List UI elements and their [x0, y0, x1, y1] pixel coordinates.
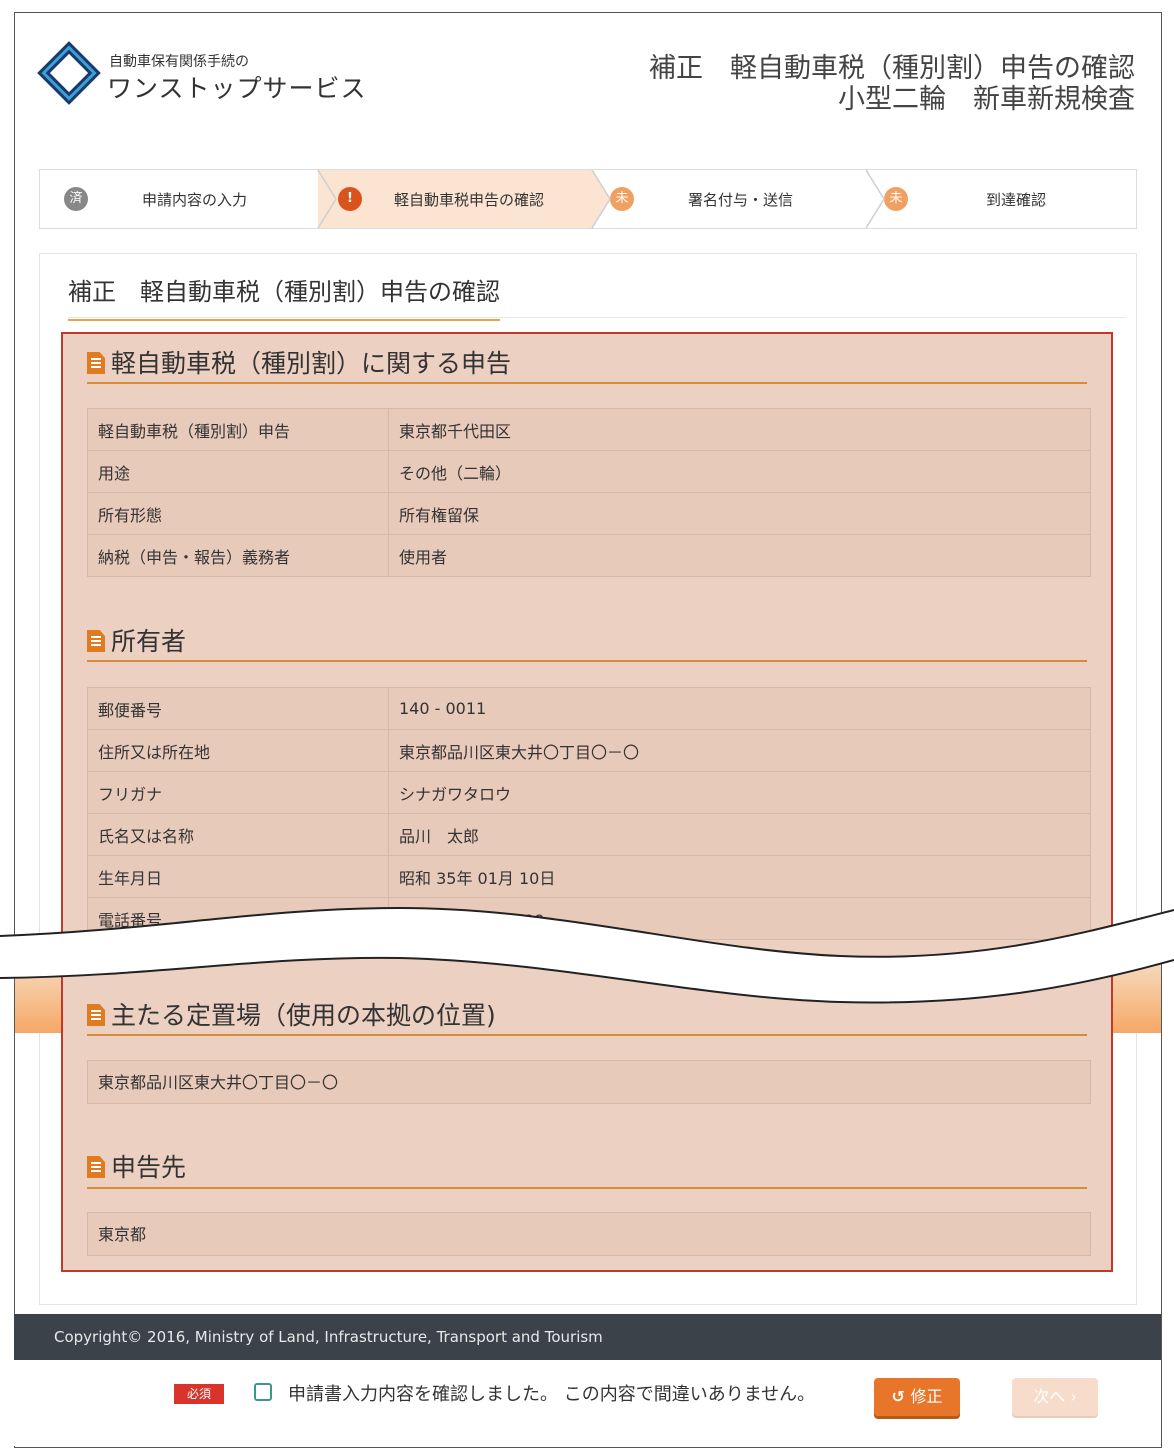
page-frame: 自動車保有関係手続の ワンストップサービス 補正 軽自動車税（種別割）申告の確認… [14, 12, 1162, 1448]
row-label: 住所又は所在地 [87, 729, 389, 772]
section-heading-tax: 軽自動車税（種別割）に関する申告 [87, 344, 511, 380]
fix-button-label: 修正 [910, 1387, 943, 1406]
step-input: 済 申請内容の入力 [40, 170, 318, 228]
confirm-label[interactable]: 申請書入力内容を確認しました。 この内容で間違いありません。 [288, 1380, 815, 1406]
chevron-right-icon [317, 170, 337, 228]
row-label: フリガナ [87, 771, 389, 814]
row-label: 所有形態 [87, 492, 389, 535]
content-title: 補正 軽自動車税（種別割）申告の確認 [68, 272, 500, 321]
page-title-line2: 小型二輪 新車新規検査 [838, 84, 1135, 115]
section-underline [87, 660, 1087, 662]
step-label: 署名付与・送信 [688, 191, 794, 209]
section-underline [87, 1034, 1087, 1036]
alert-icon: ! [338, 187, 362, 211]
section-heading-owner: 所有者 [87, 622, 186, 658]
section-heading-office: 申告先 [87, 1148, 186, 1184]
highlighted-region: 軽自動車税（種別割）に関する申告 軽自動車税（種別割）申告 東京都千代田区 用途そ… [61, 332, 1113, 1272]
page-title-line1: 補正 軽自動車税（種別割）申告の確認 [649, 53, 1135, 84]
step-label: 到達確認 [986, 191, 1047, 209]
row-value: 東京都千代田区 [388, 408, 1091, 451]
table-row: 軽自動車税（種別割）申告 東京都千代田区 [87, 408, 1091, 451]
row-label: 納税（申告・報告）義務者 [87, 534, 389, 577]
table-row: 納税（申告・報告）義務者 使用者 [87, 534, 1091, 577]
document-icon [87, 352, 105, 374]
storage-value: 東京都品川区東大井〇丁目〇－〇 [87, 1060, 1091, 1104]
table-row: 用途 その他（二輪） [87, 450, 1091, 493]
step-todo-badge: 未 [610, 187, 634, 211]
row-value: 使用者 [388, 534, 1091, 577]
row-value: 品川 太郎 [388, 813, 1091, 856]
logo-subtitle: 自動車保有関係手続の [109, 54, 249, 70]
section-heading-text: 所有者 [111, 627, 187, 656]
divider [68, 317, 1126, 318]
next-button[interactable]: 次へ › [1012, 1378, 1098, 1416]
step-sign-send: 未 署名付与・送信 [592, 170, 866, 228]
table-row: フリガナ シナガワタロウ [87, 771, 1091, 814]
row-label: 軽自動車税（種別割）申告 [87, 408, 389, 451]
tax-table: 軽自動車税（種別割）申告 東京都千代田区 用途 その他（二輪） 所有形態 所有権留保 … [87, 408, 1091, 577]
action-bar: 必須 申請書入力内容を確認しました。 この内容で間違いありません。 ↺ 修正 次… [14, 1360, 1161, 1446]
undo-icon: ↺ [891, 1387, 911, 1406]
table-row: 所有形態 所有権留保 [87, 492, 1091, 535]
row-value: その他（二輪） [388, 450, 1091, 493]
document-icon [87, 630, 105, 652]
row-value: 140 - 0011 [388, 687, 1091, 730]
row-value: シナガワタロウ [388, 771, 1091, 814]
page-break-wave [0, 906, 1174, 1004]
fix-button[interactable]: ↺ 修正 [874, 1378, 960, 1416]
table-row: 氏名又は名称 品川 太郎 [87, 813, 1091, 856]
row-value: 東京都品川区東大井〇丁目〇－〇 [388, 729, 1091, 772]
page-title: 補正 軽自動車税（種別割）申告の確認 小型二輪 新車新規検査 [649, 53, 1135, 115]
step-todo-badge: 未 [884, 187, 908, 211]
step-tax-confirm: ! 軽自動車税申告の確認 [318, 170, 592, 228]
document-icon [87, 1156, 105, 1178]
chevron-right-icon [865, 170, 885, 228]
required-badge: 必須 [174, 1384, 224, 1404]
confirm-checkbox[interactable] [254, 1383, 272, 1401]
section-underline [87, 1187, 1087, 1189]
copyright-bar: Copyright© 2016, Ministry of Land, Infra… [14, 1314, 1161, 1360]
row-value: 所有権留保 [388, 492, 1091, 535]
table-row: 住所又は所在地 東京都品川区東大井〇丁目〇－〇 [87, 729, 1091, 772]
logo-title: ワンストップサービス [107, 74, 367, 103]
logo-icon [37, 41, 101, 105]
row-label: 用途 [87, 450, 389, 493]
row-label: 氏名又は名称 [87, 813, 389, 856]
row-label: 郵便番号 [87, 687, 389, 730]
office-value: 東京都 [87, 1212, 1091, 1256]
section-underline [87, 382, 1087, 384]
step-arrival: 未 到達確認 [866, 170, 1136, 228]
table-row: 郵便番号 140 - 0011 [87, 687, 1091, 730]
section-heading-text: 軽自動車税（種別割）に関する申告 [111, 349, 512, 378]
chevron-right-icon [590, 170, 611, 228]
step-label: 申請内容の入力 [142, 191, 248, 209]
step-done-badge: 済 [64, 187, 88, 211]
step-label: 軽自動車税申告の確認 [394, 191, 545, 209]
section-heading-text: 申告先 [111, 1153, 187, 1182]
progress-steps: 済 申請内容の入力 ! 軽自動車税申告の確認 未 署名付与・送信 未 到達確認 [39, 169, 1137, 229]
